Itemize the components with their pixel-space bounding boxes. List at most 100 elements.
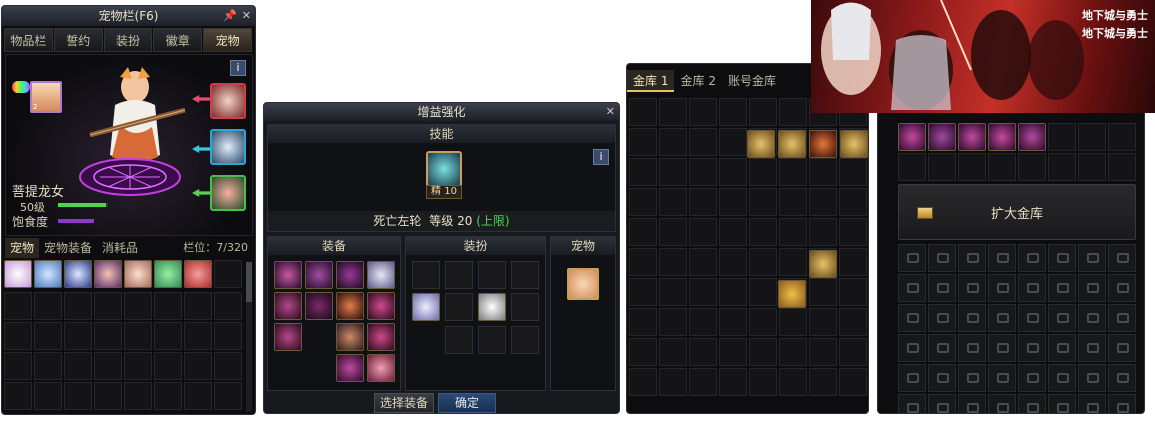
empty-slot[interactable]	[94, 352, 122, 380]
equip-item[interactable]	[274, 292, 302, 320]
vault-slot[interactable]	[809, 188, 837, 216]
vault-slot[interactable]	[779, 98, 807, 126]
subtab-consumables[interactable]: 消耗品	[97, 238, 143, 258]
empty-slot[interactable]	[34, 292, 62, 320]
vault-slot[interactable]	[689, 308, 717, 336]
vault-slot[interactable]	[839, 248, 867, 276]
empty-slot[interactable]	[34, 322, 62, 350]
pet-item[interactable]	[64, 260, 92, 288]
vault-slot[interactable]	[749, 368, 777, 396]
vault-slot[interactable]	[749, 248, 777, 276]
vault-slot[interactable]	[659, 248, 687, 276]
outfit-slot[interactable]	[511, 261, 539, 289]
vault-slot[interactable]	[779, 368, 807, 396]
vault-slot[interactable]	[1048, 153, 1076, 181]
pet-item[interactable]	[124, 260, 152, 288]
vault-slot[interactable]	[779, 338, 807, 366]
vault-slot[interactable]	[689, 278, 717, 306]
enhance-titlebar[interactable]: 增益强化 ✕	[264, 103, 619, 121]
vault-slot[interactable]	[1048, 123, 1076, 151]
empty-slot[interactable]	[124, 382, 152, 410]
outfit-slot[interactable]	[511, 293, 539, 321]
vault-slot[interactable]	[659, 158, 687, 186]
vault-slot[interactable]	[779, 188, 807, 216]
pet-enhance-slot[interactable]	[567, 268, 599, 300]
vault-item[interactable]	[840, 130, 868, 158]
empty-slot[interactable]	[4, 292, 32, 320]
info-button[interactable]: i	[593, 149, 609, 165]
outfit-slot[interactable]	[478, 326, 506, 354]
empty-slot[interactable]	[4, 322, 32, 350]
pet-item[interactable]	[94, 260, 122, 288]
vault-slot[interactable]	[809, 368, 837, 396]
empty-slot[interactable]	[64, 292, 92, 320]
vault-slot[interactable]	[719, 248, 747, 276]
outfit-slot[interactable]	[511, 326, 539, 354]
vault-slot[interactable]	[719, 188, 747, 216]
outfit-slot[interactable]	[445, 261, 473, 289]
outfit-item[interactable]	[412, 293, 440, 321]
vault-slot[interactable]	[689, 338, 717, 366]
empty-slot[interactable]	[214, 292, 242, 320]
vault-item[interactable]	[747, 130, 775, 158]
vault-slot[interactable]	[1018, 153, 1046, 181]
tab-pet[interactable]: 宠物	[203, 28, 252, 52]
vault-slot[interactable]	[988, 153, 1016, 181]
pet-window-titlebar[interactable]: 宠物栏(F6) 📌 ✕	[2, 6, 255, 26]
vault-slot[interactable]	[629, 218, 657, 246]
vault-item[interactable]	[778, 130, 806, 158]
vault-slot[interactable]	[839, 308, 867, 336]
vault-slot[interactable]	[629, 188, 657, 216]
vault-slot[interactable]	[809, 278, 837, 306]
vault-slot[interactable]	[689, 158, 717, 186]
empty-slot[interactable]	[34, 352, 62, 380]
vault-slot[interactable]	[809, 338, 837, 366]
vault-slot[interactable]	[749, 98, 777, 126]
pet-equip-slot-green[interactable]	[210, 175, 246, 211]
vault-slot[interactable]	[629, 278, 657, 306]
empty-slot[interactable]	[124, 292, 152, 320]
empty-slot[interactable]	[154, 322, 182, 350]
vault-slot[interactable]	[629, 248, 657, 276]
pin-icon[interactable]: 📌	[223, 6, 237, 26]
empty-slot[interactable]	[214, 260, 242, 288]
vault-slot[interactable]	[749, 278, 777, 306]
vault-item[interactable]	[898, 123, 926, 151]
vault-tab-2[interactable]: 金库 2	[674, 70, 721, 92]
equip-item[interactable]	[367, 323, 395, 351]
subtab-pet[interactable]: 宠物	[5, 238, 40, 258]
outfit-slot[interactable]	[445, 326, 473, 354]
pet-equip-slot-blue[interactable]	[210, 129, 246, 165]
vault-item[interactable]	[1018, 123, 1046, 151]
vault-slot[interactable]	[719, 128, 747, 156]
empty-slot[interactable]	[94, 322, 122, 350]
vault-slot[interactable]	[839, 278, 867, 306]
outfit-slot[interactable]	[445, 293, 473, 321]
equip-item[interactable]	[336, 292, 364, 320]
empty-slot[interactable]	[124, 352, 152, 380]
vault-slot[interactable]	[659, 128, 687, 156]
vault-slot[interactable]	[779, 248, 807, 276]
tab-oath[interactable]: 誓约	[53, 28, 103, 52]
outfit-slot[interactable]	[412, 261, 440, 289]
vault-slot[interactable]	[1078, 153, 1106, 181]
empty-slot[interactable]	[184, 352, 212, 380]
vault-slot[interactable]	[719, 218, 747, 246]
tab-outfit[interactable]: 装扮	[103, 28, 153, 52]
vault-slot[interactable]	[689, 188, 717, 216]
equip-item[interactable]	[336, 354, 364, 382]
vault-slot[interactable]	[659, 98, 687, 126]
vault-tab-1[interactable]: 金库 1	[627, 70, 675, 92]
vault-slot[interactable]	[809, 308, 837, 336]
vault-slot[interactable]	[839, 338, 867, 366]
vault-slot[interactable]	[749, 158, 777, 186]
equip-item[interactable]	[367, 292, 395, 320]
vault-slot[interactable]	[749, 218, 777, 246]
empty-slot[interactable]	[124, 322, 152, 350]
outfit-slot[interactable]	[478, 261, 506, 289]
empty-slot[interactable]	[184, 322, 212, 350]
close-icon[interactable]: ✕	[242, 6, 251, 26]
vault-slot[interactable]	[659, 188, 687, 216]
empty-slot[interactable]	[64, 322, 92, 350]
subtab-pet-equip[interactable]: 宠物装备	[39, 238, 97, 258]
